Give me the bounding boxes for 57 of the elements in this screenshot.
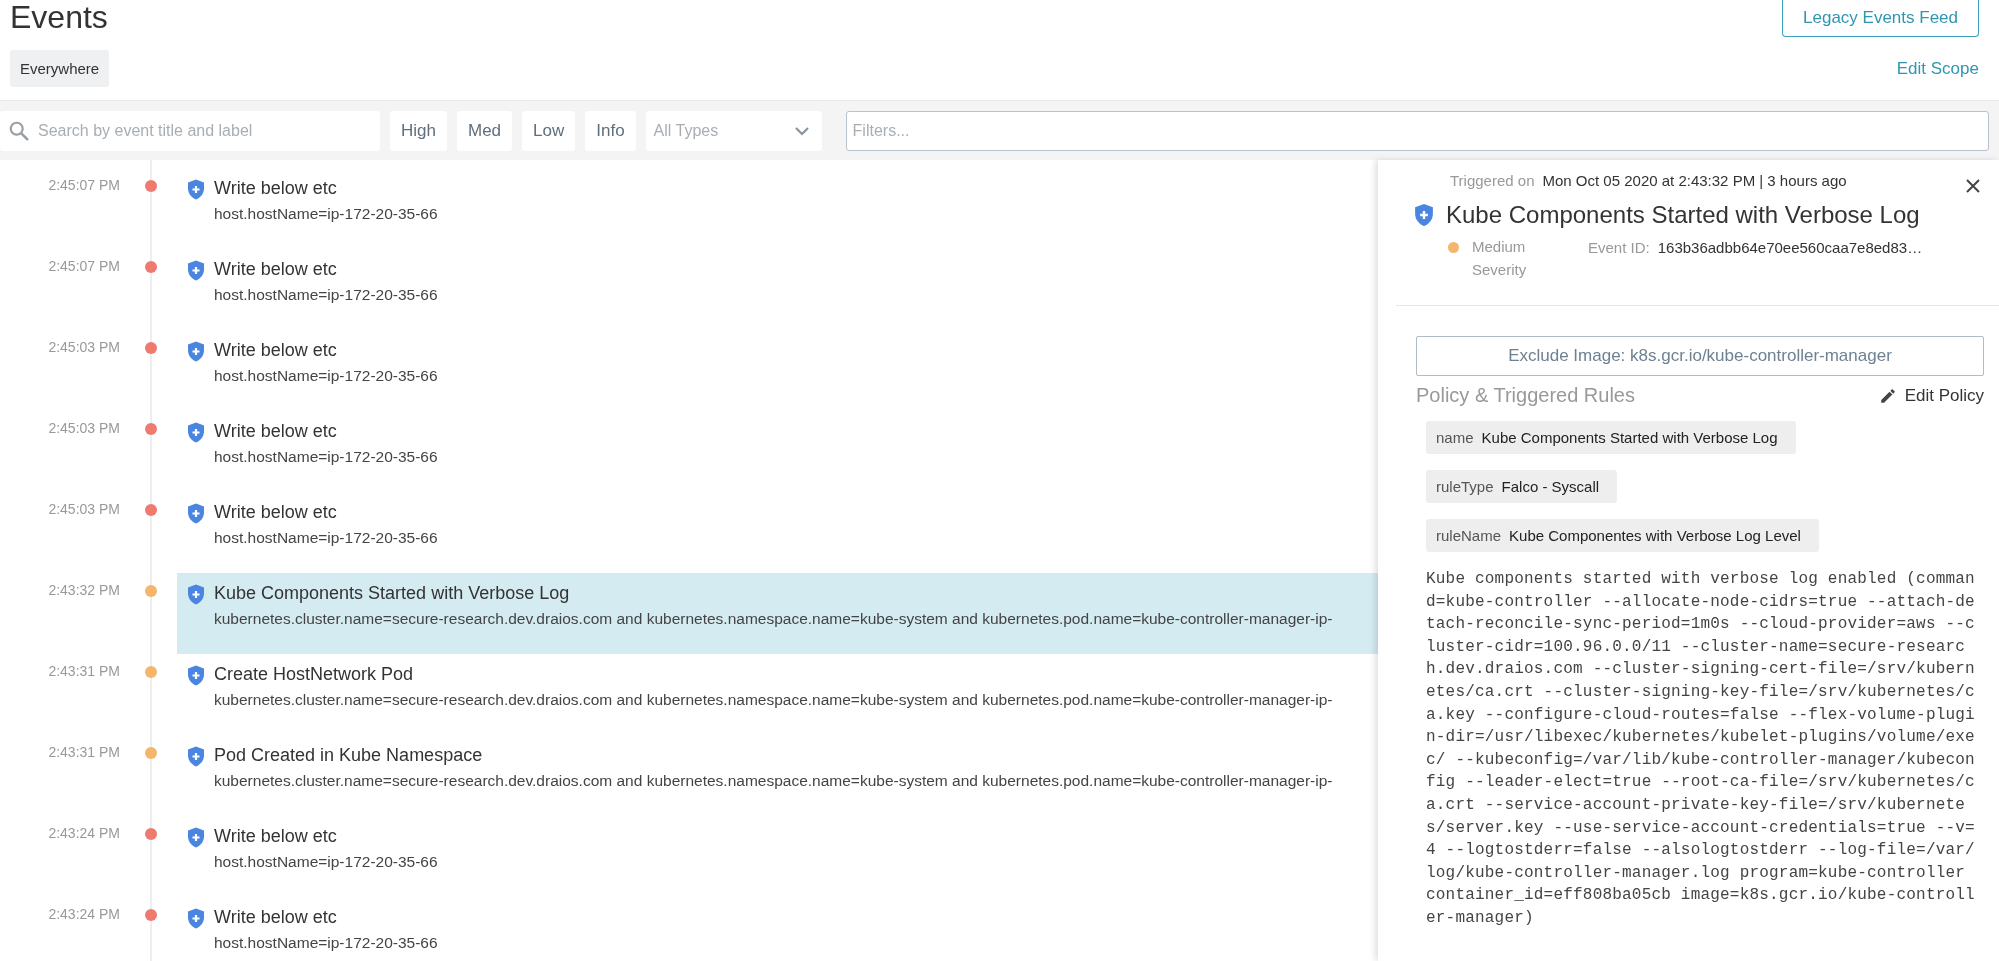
- event-item[interactable]: Write below etc host.hostName=ip-172-20-35-66: [177, 816, 1378, 897]
- event-item[interactable]: Kube Components Started with Verbose Log kubernetes.cluster.name=secure-research.dev.draios.com and kubernetes.namespace.name=kube-system and kubernetes.pod.name=kube-controller-manager-ip-: [177, 573, 1378, 654]
- shield-icon: [187, 827, 205, 848]
- shield-icon: [187, 584, 205, 605]
- pencil-icon: [1878, 386, 1897, 405]
- event-item[interactable]: Write below etc host.hostName=ip-172-20-35-66: [177, 168, 1378, 249]
- event-time: 2:43:24 PM: [47, 906, 120, 922]
- rule-output-text: Kube components started with verbose log enabled (command=kube-controller --allocate-node-cidrs=true --attach-detach-reconcile-sync-period=1m0s --cloud-provider=aws --cluster-cidr=100.96.0.0/11 --cluster-name=secure-research.dev.draios.com --cluster-signing-cert-file=/srv/kubernetes/ca.crt --cluster-signing-key-file=/srv/kubernetes/ca.key --configure-cloud-routes=false --flex-volume-plugin-dir=/usr/libexec/kubernetes/kubelet-plugins/volume/exec/ --kubeconfig=/var/lib/kube-controller-manager/kubeconfig --leader-elect=true --root-ca-file=/srv/kubernetes/ca.crt --service-account-private-key-file=/srv/kubernetes/server.key --use-service-account-credentials=true --v=4 --logtostderr=false --alsologtostderr --log-file=/var/log/kube-controller-manager.log program=kube-controller container_id=eff808ba05cb image=k8s.gcr.io/kube-controller-manager): [1426, 569, 1976, 929]
- shield-icon: [187, 746, 205, 767]
- section-title: Policy & Triggered Rules: [1416, 384, 1635, 407]
- chevron-down-icon: [793, 125, 810, 136]
- event-time: 2:45:03 PM: [47, 501, 120, 517]
- shield-icon: [187, 341, 205, 362]
- edit-scope-link[interactable]: Edit Scope: [1896, 59, 1979, 79]
- event-item[interactable]: Pod Created in Kube Namespace kubernetes.cluster.name=secure-research.dev.draios.com and kubernetes.namespace.name=kube-system and kubernetes.pod.name=kube-controller-manager-ip-: [177, 735, 1378, 816]
- rule-chip: ruleType Falco - Syscall: [1426, 470, 1618, 503]
- event-time: 2:43:31 PM: [47, 744, 120, 760]
- filters-field[interactable]: Filters...: [845, 110, 1989, 151]
- search-field[interactable]: Search by event title and label: [0, 110, 380, 151]
- edit-policy-button[interactable]: Edit Policy: [1878, 385, 1984, 406]
- event-id-value: 163b36adbb64e70ee560caa7e8ed83…: [1657, 239, 1923, 256]
- event-item[interactable]: Write below etc host.hostName=ip-172-20-35-66: [177, 330, 1378, 411]
- severity-filter-button[interactable]: Low: [522, 110, 576, 151]
- severity-filter-button[interactable]: Info: [585, 110, 636, 151]
- shield-icon: [1414, 203, 1434, 227]
- shield-icon: [187, 260, 205, 281]
- close-icon[interactable]: [1965, 178, 1981, 194]
- event-id-label: Event ID:: [1588, 239, 1650, 256]
- event-item[interactable]: Write below etc host.hostName=ip-172-20-35-66: [177, 249, 1378, 330]
- event-time: 2:43:31 PM: [47, 663, 120, 679]
- event-time: 2:45:03 PM: [47, 420, 120, 436]
- severity-filter-button[interactable]: Med: [456, 110, 513, 151]
- triggered-value: Mon Oct 05 2020 at 2:43:32 PM | 3 hours ago: [1542, 172, 1847, 189]
- severity-filter-button[interactable]: High: [390, 110, 447, 151]
- shield-icon: [187, 908, 205, 929]
- event-item[interactable]: Create HostNetwork Pod kubernetes.cluster.name=secure-research.dev.draios.com and kubernetes.namespace.name=kube-system and kubernetes.pod.name=kube-controller-manager-ip-: [177, 654, 1378, 735]
- rule-chip: name Kube Components Started with Verbose Log: [1426, 421, 1796, 454]
- exclude-image-button[interactable]: Exclude Image: k8s.gcr.io/kube-controller-manager: [1416, 336, 1984, 376]
- shield-icon: [187, 665, 205, 686]
- event-item[interactable]: Write below etc host.hostName=ip-172-20-35-66: [177, 492, 1378, 573]
- scope-chip[interactable]: Everywhere: [10, 50, 110, 87]
- shield-icon: [187, 422, 205, 443]
- event-time: 2:45:07 PM: [47, 177, 120, 193]
- shield-icon: [187, 179, 205, 200]
- triggered-label: Triggered on: [1450, 172, 1535, 189]
- severity-label: Medium Severity: [1472, 237, 1528, 280]
- rule-chip: ruleName Kube Componentes with Verbose Log Level: [1426, 519, 1819, 552]
- event-time: 2:45:03 PM: [47, 339, 120, 355]
- shield-icon: [187, 503, 205, 524]
- event-item[interactable]: Write below etc host.hostName=ip-172-20-35-66: [177, 897, 1378, 961]
- event-time: 2:45:07 PM: [47, 258, 120, 274]
- event-item[interactable]: Write below etc host.hostName=ip-172-20-35-66: [177, 411, 1378, 492]
- page-title: Events: [10, 0, 108, 34]
- event-time: 2:43:24 PM: [47, 825, 120, 841]
- search-icon: [8, 119, 30, 142]
- event-time: 2:43:32 PM: [47, 582, 120, 598]
- event-title: Kube Components Started with Verbose Log: [1446, 201, 1920, 229]
